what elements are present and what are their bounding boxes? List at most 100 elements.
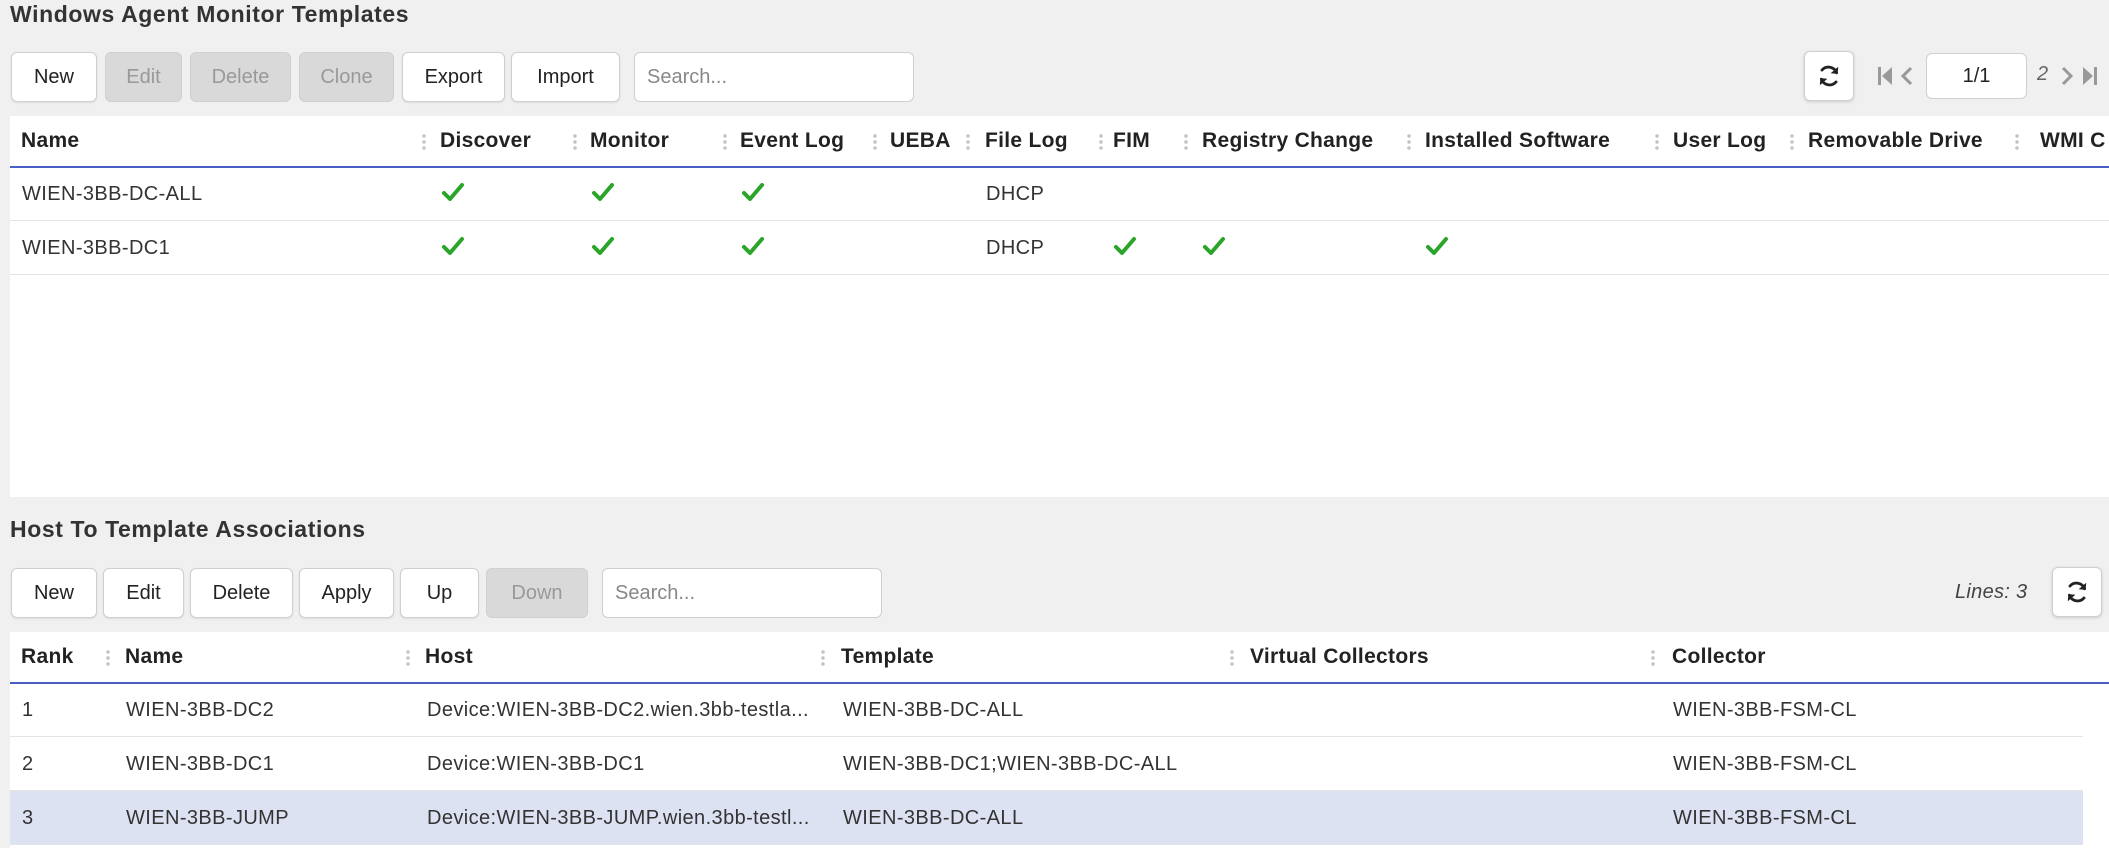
templates-delete-button[interactable]: Delete <box>190 52 291 102</box>
next-page-icon[interactable] <box>2058 64 2076 88</box>
cell-name: WIEN-3BB-DC-ALL <box>22 183 203 205</box>
col-user-log[interactable]: User Log <box>1673 116 1766 166</box>
checkmark-icon <box>1114 236 1136 261</box>
templates-table-header: Name Discover Monitor Event Log UEBA Fil… <box>10 116 2109 168</box>
col-monitor[interactable]: Monitor <box>590 116 669 166</box>
col-ueba[interactable]: UEBA <box>890 116 951 166</box>
assoc-up-button[interactable]: Up <box>400 568 479 618</box>
checkmark-icon <box>592 182 614 207</box>
table-row[interactable]: WIEN-3BB-DC1 DHCP <box>10 221 2109 275</box>
cell-host: Device:WIEN-3BB-JUMP.wien.3bb-testl... <box>427 807 810 829</box>
associations-table: Rank Name Host Template Virtual Collecto… <box>10 632 2109 848</box>
col-resize-handle[interactable] <box>1407 133 1411 151</box>
refresh-icon <box>2067 581 2087 603</box>
col-wmi[interactable]: WMI C <box>2040 116 2106 166</box>
templates-edit-button[interactable]: Edit <box>105 52 182 102</box>
templates-import-button[interactable]: Import <box>511 52 620 102</box>
templates-new-button[interactable]: New <box>11 52 97 102</box>
assoc-down-button[interactable]: Down <box>486 568 588 618</box>
col-fim[interactable]: FIM <box>1113 116 1150 166</box>
col-removable-drive[interactable]: Removable Drive <box>1808 116 1983 166</box>
last-page-icon[interactable] <box>2080 64 2100 88</box>
assoc-refresh-button[interactable] <box>2052 567 2102 617</box>
cell-template: WIEN-3BB-DC1;WIEN-3BB-DC-ALL <box>843 753 1178 775</box>
templates-refresh-button[interactable] <box>1804 51 1854 101</box>
col-host[interactable]: Host <box>425 632 473 682</box>
col-resize-handle[interactable] <box>723 133 727 151</box>
col-name[interactable]: Name <box>125 632 183 682</box>
checkmark-icon <box>1203 236 1225 261</box>
page-number-input[interactable] <box>1926 53 2027 99</box>
col-resize-handle[interactable] <box>821 649 825 667</box>
col-rank[interactable]: Rank <box>21 632 74 682</box>
col-resize-handle[interactable] <box>106 649 110 667</box>
col-resize-handle[interactable] <box>1099 133 1103 151</box>
col-resize-handle[interactable] <box>573 133 577 151</box>
cell-rank: 3 <box>22 807 34 829</box>
checkmark-icon <box>592 236 614 261</box>
cell-name: WIEN-3BB-DC2 <box>126 699 275 721</box>
lines-count: Lines: 3 <box>1955 581 2028 603</box>
checkmark-icon <box>742 182 764 207</box>
templates-search-input[interactable] <box>634 52 914 102</box>
total-count: 2 <box>2037 63 2049 85</box>
checkmark-icon <box>442 182 464 207</box>
cell-name: WIEN-3BB-JUMP <box>126 807 289 829</box>
col-resize-handle[interactable] <box>406 649 410 667</box>
cell-name: WIEN-3BB-DC1 <box>22 237 171 259</box>
cell-collector: WIEN-3BB-FSM-CL <box>1673 699 1857 721</box>
col-template[interactable]: Template <box>841 632 934 682</box>
cell-file-log: DHCP <box>986 183 1045 205</box>
col-resize-handle[interactable] <box>2015 133 2019 151</box>
templates-export-button[interactable]: Export <box>402 52 505 102</box>
cell-collector: WIEN-3BB-FSM-CL <box>1673 807 1857 829</box>
table-row[interactable]: WIEN-3BB-DC-ALL DHCP <box>10 167 2109 221</box>
col-name[interactable]: Name <box>21 116 79 166</box>
assoc-delete-button[interactable]: Delete <box>190 568 293 618</box>
cell-template: WIEN-3BB-DC-ALL <box>843 699 1024 721</box>
assoc-search-input[interactable] <box>602 568 882 618</box>
col-collector[interactable]: Collector <box>1672 632 1766 682</box>
templates-clone-button[interactable]: Clone <box>299 52 394 102</box>
first-page-icon[interactable] <box>1876 64 1894 88</box>
cell-virtual-collectors <box>1251 683 1631 737</box>
col-resize-handle[interactable] <box>1184 133 1188 151</box>
table-row[interactable]: 1 WIEN-3BB-DC2 Device:WIEN-3BB-DC2.wien.3b… <box>10 683 2083 737</box>
refresh-icon <box>1819 65 1839 87</box>
col-discover[interactable]: Discover <box>440 116 531 166</box>
col-file-log[interactable]: File Log <box>985 116 1068 166</box>
assoc-edit-button[interactable]: Edit <box>103 568 184 618</box>
col-registry-change[interactable]: Registry Change <box>1202 116 1373 166</box>
cell-rank: 2 <box>22 753 34 775</box>
prev-page-icon[interactable] <box>1898 64 1916 88</box>
col-installed-software[interactable]: Installed Software <box>1425 116 1610 166</box>
templates-title: Windows Agent Monitor Templates <box>10 1 410 27</box>
table-row[interactable]: 3 WIEN-3BB-JUMP Device:WIEN-3BB-JUMP.wien.… <box>10 791 2083 845</box>
col-resize-handle[interactable] <box>1790 133 1794 151</box>
associations-table-header: Rank Name Host Template Virtual Collecto… <box>10 632 2109 684</box>
cell-host: Device:WIEN-3BB-DC2.wien.3bb-testla... <box>427 699 809 721</box>
col-resize-handle[interactable] <box>1230 649 1234 667</box>
assoc-apply-button[interactable]: Apply <box>299 568 394 618</box>
col-virtual-collectors[interactable]: Virtual Collectors <box>1250 632 1429 682</box>
cell-file-log: DHCP <box>986 237 1045 259</box>
checkmark-icon <box>442 236 464 261</box>
col-resize-handle[interactable] <box>873 133 877 151</box>
table-row[interactable]: 2 WIEN-3BB-DC1 Device:WIEN-3BB-DC1 WIEN-3BB… <box>10 737 2083 791</box>
cell-template: WIEN-3BB-DC-ALL <box>843 807 1024 829</box>
col-event-log[interactable]: Event Log <box>740 116 844 166</box>
cell-rank: 1 <box>22 699 34 721</box>
cell-host: Device:WIEN-3BB-DC1 <box>427 753 645 775</box>
cell-virtual-collectors <box>1251 737 1631 791</box>
checkmark-icon <box>1426 236 1448 261</box>
assoc-new-button[interactable]: New <box>11 568 97 618</box>
col-resize-handle[interactable] <box>422 133 426 151</box>
col-resize-handle[interactable] <box>1655 133 1659 151</box>
cell-name: WIEN-3BB-DC1 <box>126 753 275 775</box>
col-resize-handle[interactable] <box>966 133 970 151</box>
checkmark-icon <box>742 236 764 261</box>
cell-virtual-collectors <box>1251 791 1631 845</box>
associations-title: Host To Template Associations <box>10 516 366 542</box>
templates-table: Name Discover Monitor Event Log UEBA Fil… <box>10 116 2109 497</box>
col-resize-handle[interactable] <box>1651 649 1655 667</box>
